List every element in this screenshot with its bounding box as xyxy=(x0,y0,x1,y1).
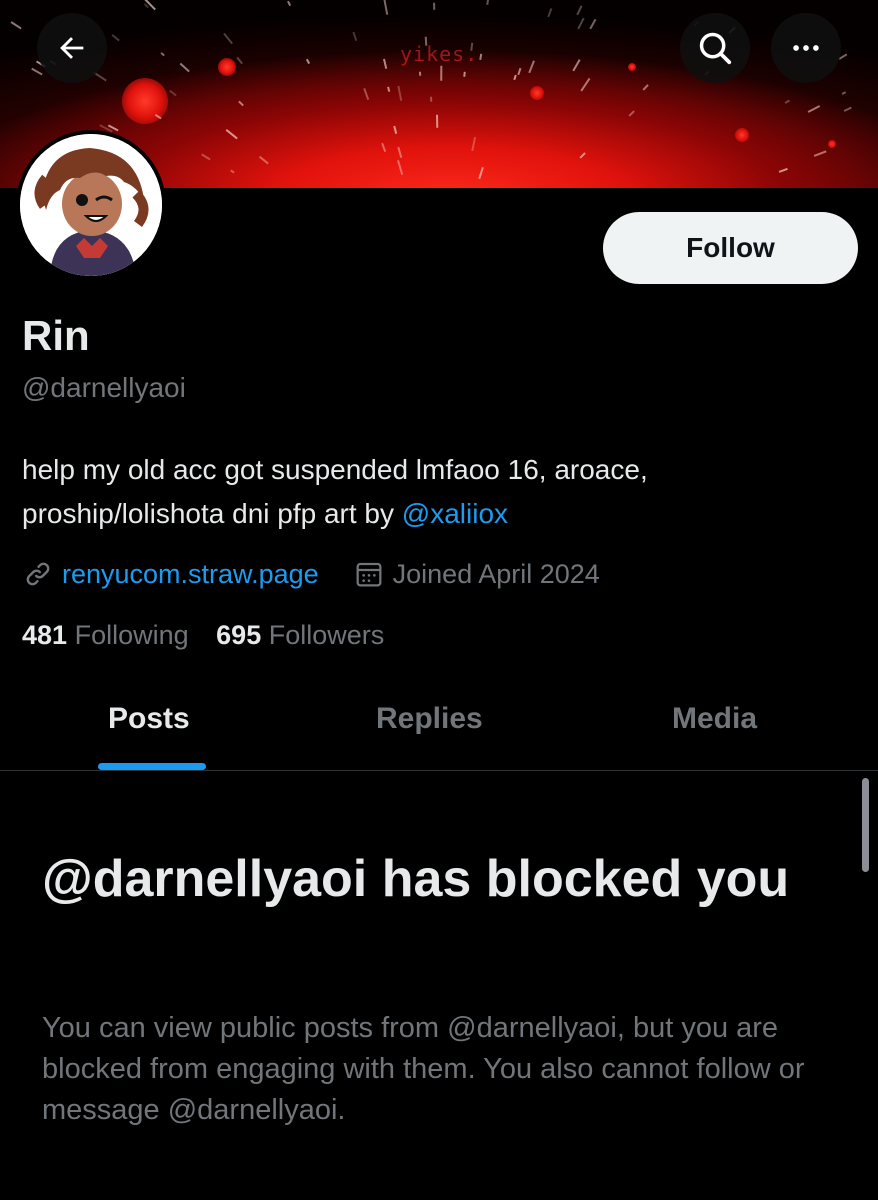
profile-tabs: Posts Replies Media xyxy=(0,690,878,771)
banner-streak xyxy=(842,90,847,95)
banner-streak xyxy=(784,99,790,104)
banner-streak xyxy=(579,151,585,158)
banner-streak xyxy=(628,110,636,117)
banner-streak xyxy=(813,150,827,157)
banner-streak xyxy=(477,167,483,180)
banner-streak xyxy=(287,1,291,7)
back-button[interactable] xyxy=(37,13,107,83)
more-button[interactable] xyxy=(771,13,841,83)
website-link[interactable]: renyucom.straw.page xyxy=(62,559,319,590)
banner-orb xyxy=(530,86,544,100)
more-horizontal-icon xyxy=(793,45,819,51)
banner-streak xyxy=(111,34,120,42)
following-link[interactable]: 481 Following xyxy=(22,620,189,650)
banner-streak xyxy=(844,106,852,112)
profile-meta: renyucom.straw.page Joined April 2024 xyxy=(22,556,600,592)
banner-streak xyxy=(642,83,649,90)
banner-orb xyxy=(828,140,836,148)
banner-streak xyxy=(169,90,177,97)
banner-streak xyxy=(30,68,43,76)
banner-streak xyxy=(807,105,821,113)
banner-streak xyxy=(528,60,535,74)
banner-streak xyxy=(393,125,398,134)
scrollbar[interactable] xyxy=(862,778,869,872)
banner-streak xyxy=(225,129,238,140)
banner-streak xyxy=(429,96,432,102)
banner-streak xyxy=(432,2,435,11)
banner-orb xyxy=(628,63,636,71)
followers-count: 695 xyxy=(216,620,262,650)
banner-streak xyxy=(397,160,404,176)
banner-orb xyxy=(218,58,236,76)
active-tab-indicator xyxy=(98,763,206,770)
banner-streak xyxy=(589,19,596,30)
banner-streak xyxy=(470,136,476,151)
tab-posts[interactable]: Posts xyxy=(108,702,190,736)
banner-streak xyxy=(396,146,402,158)
banner-streak xyxy=(382,58,387,69)
follow-button[interactable]: Follow xyxy=(603,212,858,284)
banner-streak xyxy=(159,52,165,57)
banner-orb xyxy=(735,128,749,142)
banner-streak xyxy=(486,0,489,6)
banner-streak xyxy=(305,59,310,65)
following-label: Following xyxy=(74,620,189,650)
banner-streak xyxy=(236,57,243,65)
profile-bio: help my old acc got suspended lmfaoo 16,… xyxy=(22,448,842,536)
banner-streak xyxy=(200,154,210,161)
banner-streak xyxy=(440,66,442,81)
banner-streak xyxy=(778,167,787,173)
banner-streak xyxy=(363,88,369,101)
tab-replies[interactable]: Replies xyxy=(376,702,483,736)
followers-label: Followers xyxy=(268,620,385,650)
arrow-left-icon xyxy=(60,37,84,59)
avatar-image xyxy=(20,134,162,276)
banner-text: yikes. xyxy=(400,42,479,66)
banner-streak xyxy=(381,142,387,152)
banner-streak xyxy=(580,77,591,91)
followers-link[interactable]: 695 Followers xyxy=(216,620,384,650)
banner-streak xyxy=(547,7,552,17)
blocked-description: You can view public posts from @darnelly… xyxy=(42,1012,805,1126)
search-button[interactable] xyxy=(680,13,750,83)
bio-mention-link[interactable]: @xaliiox xyxy=(402,498,508,529)
joined-date: Joined April 2024 xyxy=(392,558,600,589)
following-count: 481 xyxy=(22,620,68,650)
banner-streak xyxy=(382,0,388,15)
banner-streak xyxy=(516,67,521,75)
search-icon xyxy=(699,32,732,65)
banner-streak xyxy=(462,71,466,77)
banner-streak xyxy=(577,17,585,29)
link-icon xyxy=(22,558,54,590)
banner-streak xyxy=(435,113,438,128)
banner-streak xyxy=(258,156,269,165)
tab-media[interactable]: Media xyxy=(672,702,757,736)
banner-streak xyxy=(10,21,22,30)
banner-streak xyxy=(576,5,583,15)
profile-handle: @darnellyaoi xyxy=(22,372,186,403)
banner-streak xyxy=(238,101,244,107)
calendar-icon xyxy=(353,558,385,590)
banner-streak xyxy=(396,85,402,101)
banner-streak xyxy=(479,54,482,61)
banner-streak xyxy=(223,32,233,44)
banner-streak xyxy=(230,170,235,174)
banner-streak xyxy=(352,32,357,42)
avatar[interactable] xyxy=(16,130,166,280)
banner-streak xyxy=(513,75,517,81)
banner-streak xyxy=(418,71,421,76)
profile-name: Rin xyxy=(22,312,90,359)
follow-counts: 481 Following 695 Followers xyxy=(22,620,384,651)
banner-streak xyxy=(179,62,190,73)
banner-streak xyxy=(572,59,580,72)
blocked-title: @darnellyaoi has blocked you xyxy=(42,850,790,908)
banner-streak xyxy=(387,86,390,93)
bio-text: help my old acc got suspended lmfaoo 16,… xyxy=(22,454,648,529)
